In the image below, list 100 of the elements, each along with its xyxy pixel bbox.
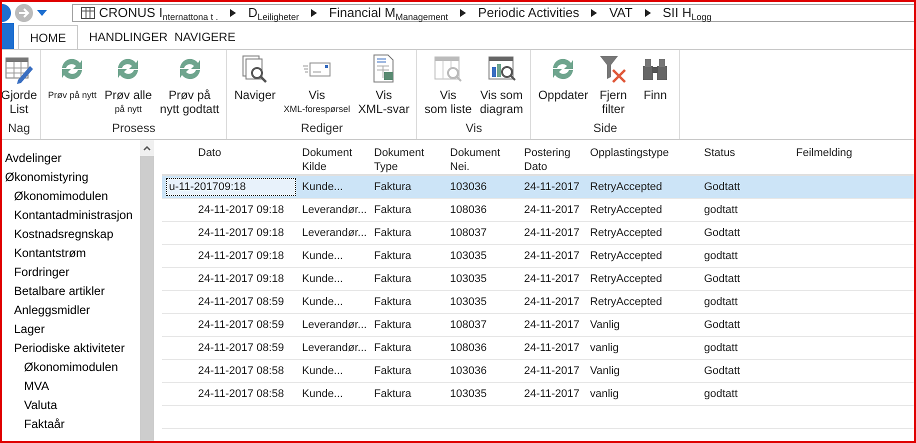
column-header[interactable]: Postering Dato [524,146,570,174]
table-cell-text: Faktura [374,364,412,379]
table-cell-text: Godtatt [704,226,740,241]
clear-filter-icon [598,54,628,84]
table-cell-text: 103035 [450,248,487,264]
table-cell-text: Leverandør... [302,340,367,356]
column-header[interactable]: Status [704,146,736,160]
table-cell-text: 24-11-2017 [524,386,580,402]
table-cell-text: Leverandør... [302,226,367,241]
table-cell-text: 103036 [450,180,487,195]
dropdown-icon[interactable] [36,8,48,18]
table-cell-text: Kunde... [302,294,343,310]
back-icon[interactable] [2,3,12,23]
table-cell-text: 24-11-2017 [524,226,580,241]
table-cell-text: 24-11-2017 09:18 [198,272,284,287]
table-cell-text: 103035 [450,272,487,287]
ribbon-tab[interactable]: HOME [18,25,78,49]
ribbon-button[interactable]: Prøv alle på nytt [102,50,155,119]
ribbon-button[interactable]: Naviger [231,50,279,119]
tree-item[interactable]: Økonomimodulen [14,186,108,204]
table-cell-text: 24-11-2017 [524,340,580,356]
tree-item[interactable]: Kontantadministrasjon [14,206,133,224]
table-cell-text: 24-11-2017 [524,294,580,310]
breadcrumb-separator-icon [230,9,236,17]
ribbon-button[interactable]: Fjern filter [593,50,634,119]
tree-item[interactable]: Periodiske aktiviteter [14,338,125,356]
ribbon-button[interactable]: Oppdater [535,50,592,119]
tree-item[interactable]: Kostnadsregnskap [14,224,114,242]
ribbon-button[interactable]: Prøv på nytt [45,50,100,119]
breadcrumb-separator-icon [311,9,318,17]
breadcrumb-item[interactable]: VAT [609,3,633,23]
table-cell-text: 103035 [450,294,487,310]
breadcrumb-item[interactable]: Financial M$_{Management}$ [329,3,448,23]
table-cell-text: 103035 [450,386,487,402]
table-cell-text: Godtatt [704,364,740,379]
table-cell-text: godtatt [704,386,738,402]
column-header[interactable]: Feilmelding [796,146,852,160]
table-cell-text: 24-11-2017 [524,272,580,287]
tree-item[interactable]: Anleggsmidler [14,300,90,318]
ribbon-button[interactable]: Finn [635,50,676,119]
table-cell-text: 24-11-2017 08:58 [198,364,284,379]
tree-item[interactable]: Faktaår [24,414,65,432]
ribbon-tab[interactable]: HANDLINGER NAVIGERE [78,25,246,49]
ribbon-button[interactable]: Vis som diagram [476,50,526,119]
table-cell-text: 24-11-2017 [524,318,580,333]
table-cell-text: RetryAccepted [590,272,662,287]
table-cell-text: Faktura [374,318,412,333]
table-cell-text: RetryAccepted [590,202,662,218]
table-cell-text: RetryAccepted [590,226,662,241]
ribbon-button[interactable]: Vis XML-forespørsel [280,50,354,119]
table-cell-text: Kunde... [302,272,343,287]
table-cell-text: godtatt [704,248,738,264]
tree-item[interactable]: Betalbare artikler [14,282,105,300]
tree-item[interactable]: MVA [24,376,50,394]
ribbon-group-label: Rediger [300,120,343,137]
table-cell-text: Kunde... [302,180,343,195]
table-cell-text: Godtatt [704,180,740,195]
table-cell-text: 108036 [450,340,487,356]
table-row[interactable]: u-11-201709:18 Kunde... Faktura 103036 24-11-2017 RetryAccepted Godtatt [162,176,914,199]
table-cell-text: 24-11-2017 08:59 [198,340,284,356]
table-cell-text: 24-11-2017 [524,364,580,379]
column-header[interactable]: Opplastingstype [590,146,669,160]
column-header[interactable]: Dokument Nei. [450,146,500,174]
scroll-up-icon[interactable] [143,145,152,151]
table-cell-text: 24-11-2017 [524,180,580,195]
breadcrumb-item[interactable]: D$_{Leiligheter}$ [248,3,300,23]
tree-item[interactable]: Økonomimodulen [24,358,118,376]
ribbon-button[interactable]: Prøv på nytt godtatt [156,50,222,119]
tree-item[interactable]: Økonomistyring [5,168,88,186]
breadcrumb-item[interactable]: CRONUS I$_{nternattona t .}$ [99,3,218,23]
table-cell-text: Faktura [374,386,412,402]
table-cell-text: 24-11-2017 08:59 [198,318,284,333]
ribbon-button[interactable]: Vis XML-svar [355,50,412,119]
scrollbar[interactable] [140,140,154,441]
tree-item[interactable]: Lager [14,320,45,338]
table-cell-text: godtatt [704,202,738,218]
ribbon-group-label: Side [593,120,618,137]
table-cell-text: 24-11-2017 09:18 [198,202,284,218]
tree-item[interactable]: Valuta [24,396,58,414]
table-cell-text: 103036 [450,364,487,379]
column-header[interactable]: Dokument Kilde [302,146,352,174]
table-cell-text: RetryAccepted [590,180,662,195]
ribbon-button[interactable]: Vis som liste [421,50,475,119]
column-header[interactable]: Dato [198,146,222,160]
tree-item[interactable]: Fordringer [14,262,70,280]
table-cell-text: Faktura [374,248,412,264]
column-header[interactable]: Dokument Type [374,146,424,174]
ribbon-group-label: Vis [466,120,482,137]
breadcrumb-separator-icon [591,9,598,17]
table-cell-text: Vanlig [590,318,620,333]
table-cell-text: godtatt [704,340,738,356]
address-bar[interactable]: CRONUS I$_{nternattona t .}$ D$_{Leiligheter}$ Financial M$_{Management}$ Periodic Activities VAT SII H$_{Logg}$ [72,4,914,22]
table-cell-text: Faktura [374,294,412,310]
table-cell-text: Vanlig [590,364,620,379]
breadcrumb-item[interactable]: SII H$_{Logg}$ [662,3,712,23]
tree-item[interactable]: Avdelinger [5,148,62,166]
table-cell-text: godtatt [704,294,738,310]
tree-item[interactable]: Kontantstrøm [14,244,86,262]
table-cell-text: 24-11-2017 [524,248,580,264]
breadcrumb-item[interactable]: Periodic Activities [478,3,580,23]
